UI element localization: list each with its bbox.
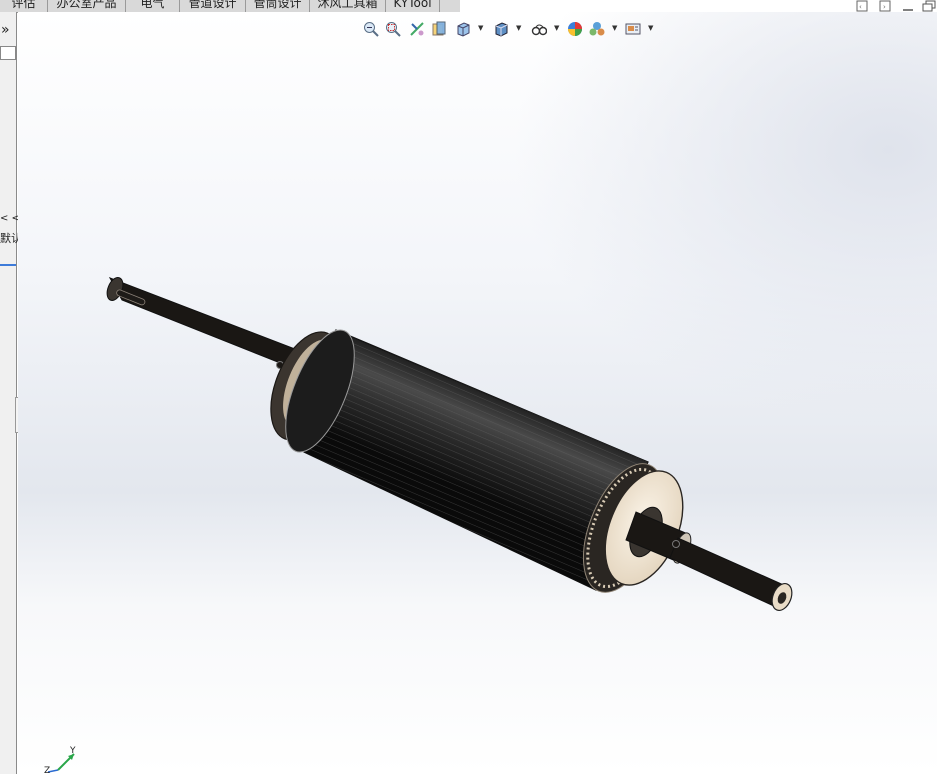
- expand-panel-button[interactable]: »: [1, 22, 10, 38]
- feature-manager-panel: » < < 默认 ‹‹‹‹: [0, 12, 24, 774]
- roller-model[interactable]: [18, 12, 937, 774]
- right-shaft[interactable]: [669, 537, 787, 609]
- tab-mufeng-toolbox[interactable]: 沐风工具箱: [310, 0, 386, 12]
- tab-tubing-design[interactable]: 管筒设计: [246, 0, 310, 12]
- triad-y-label: Y: [70, 746, 76, 756]
- tab-office-products[interactable]: 办公室产品: [48, 0, 126, 12]
- panel-divider: [0, 264, 16, 266]
- filter-input[interactable]: [0, 46, 16, 60]
- svg-text:‹: ‹: [859, 3, 862, 11]
- reference-triad: [47, 753, 75, 773]
- triad-z-label: Z: [44, 766, 51, 776]
- graphics-viewport[interactable]: ▼ ▼ ▼ ▼ ▼ Y Z: [18, 12, 937, 776]
- right-pin-hole: [672, 540, 680, 548]
- breadcrumb-text: < <: [0, 213, 20, 224]
- svg-text:›: ›: [883, 3, 886, 11]
- tab-electrical[interactable]: 电气: [126, 0, 180, 12]
- tab-evaluate[interactable]: 评估: [0, 0, 48, 12]
- tab-kytool[interactable]: KYTool: [386, 0, 440, 12]
- tab-piping-design[interactable]: 管道设计: [180, 0, 246, 12]
